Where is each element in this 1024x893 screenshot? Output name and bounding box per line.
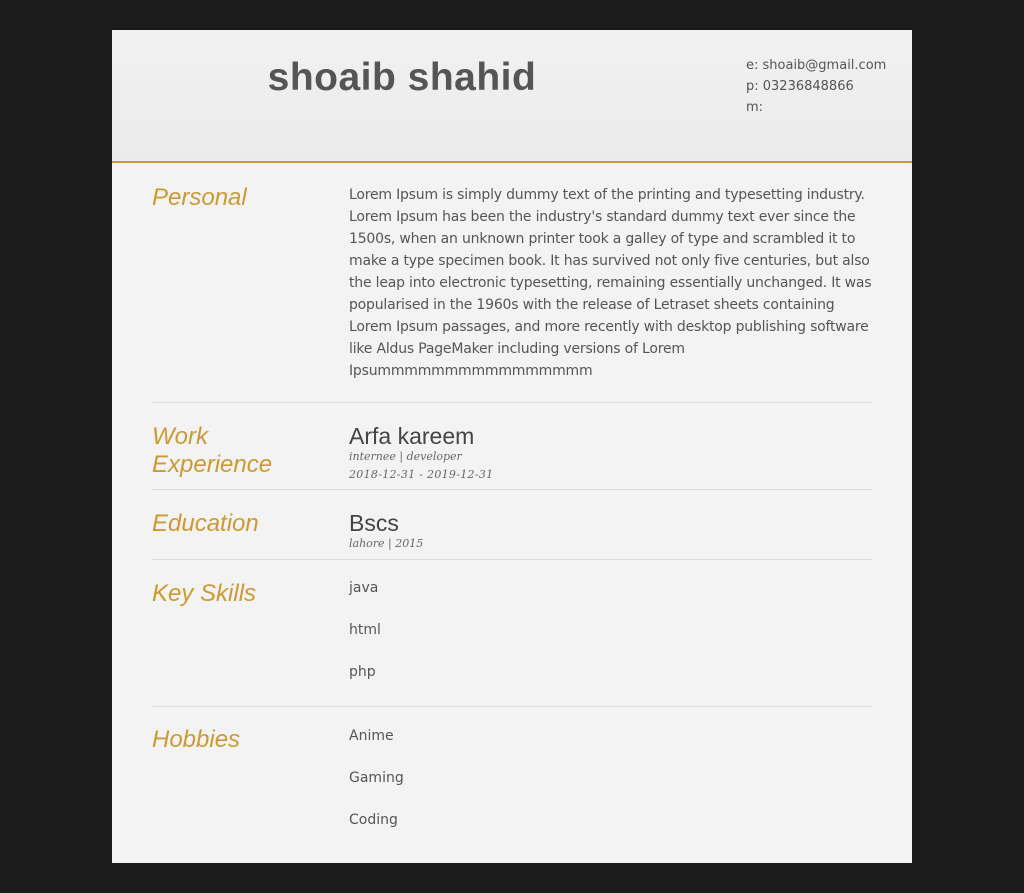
skill-item: java — [349, 580, 379, 596]
phone-line: p: 03236848866 — [746, 79, 854, 94]
contact-info: e: shoaib@gmail.com p: 03236848866 m: — [746, 55, 886, 118]
degree-name: Bscs — [349, 510, 399, 536]
hobby-item: Anime — [349, 728, 394, 744]
skill-item: html — [349, 622, 381, 638]
hobbies-list: Anime Gaming Coding — [349, 726, 874, 852]
resume-page: shoaib shahid e: shoaib@gmail.com p: 032… — [112, 30, 912, 863]
job-dates: 2018-12-31 - 2019-12-31 — [349, 468, 494, 481]
key-skills-section: Key Skills java html php — [152, 578, 872, 707]
candidate-name: shoaib shahid — [267, 56, 537, 99]
hobbies-section: Hobbies Anime Gaming Coding — [152, 726, 872, 856]
section-title-education: Education — [152, 510, 259, 537]
resume-header: shoaib shahid e: shoaib@gmail.com p: 032… — [112, 30, 912, 163]
email-line: e: shoaib@gmail.com — [746, 58, 887, 73]
personal-summary: Lorem Ipsum is simply dummy text of the … — [349, 187, 872, 379]
mobile-line: m: — [746, 100, 764, 115]
section-title-hobbies: Hobbies — [152, 726, 241, 753]
company-name: Arfa kareem — [349, 423, 475, 449]
work-experience-section: Work Experience Arfa kareem internee | d… — [152, 423, 872, 490]
work-body: Arfa kareem internee | developer 2018-12… — [349, 423, 874, 485]
hobby-item: Coding — [349, 812, 398, 828]
personal-section: Personal Lorem Ipsum is simply dummy tex… — [152, 184, 872, 403]
section-title-personal: Personal — [152, 184, 247, 211]
section-title-work: Work Experience — [152, 423, 273, 478]
education-body: Bscs lahore | 2015 — [349, 510, 874, 552]
section-title-skills: Key Skills — [152, 580, 257, 607]
education-details: lahore | 2015 — [349, 537, 424, 550]
skill-item: php — [349, 664, 376, 680]
personal-body: Lorem Ipsum is simply dummy text of the … — [349, 184, 874, 382]
skills-list: java html php — [349, 578, 874, 704]
education-section: Education Bscs lahore | 2015 — [152, 510, 872, 560]
hobby-item: Gaming — [349, 770, 404, 786]
job-role: internee | developer — [349, 450, 462, 463]
